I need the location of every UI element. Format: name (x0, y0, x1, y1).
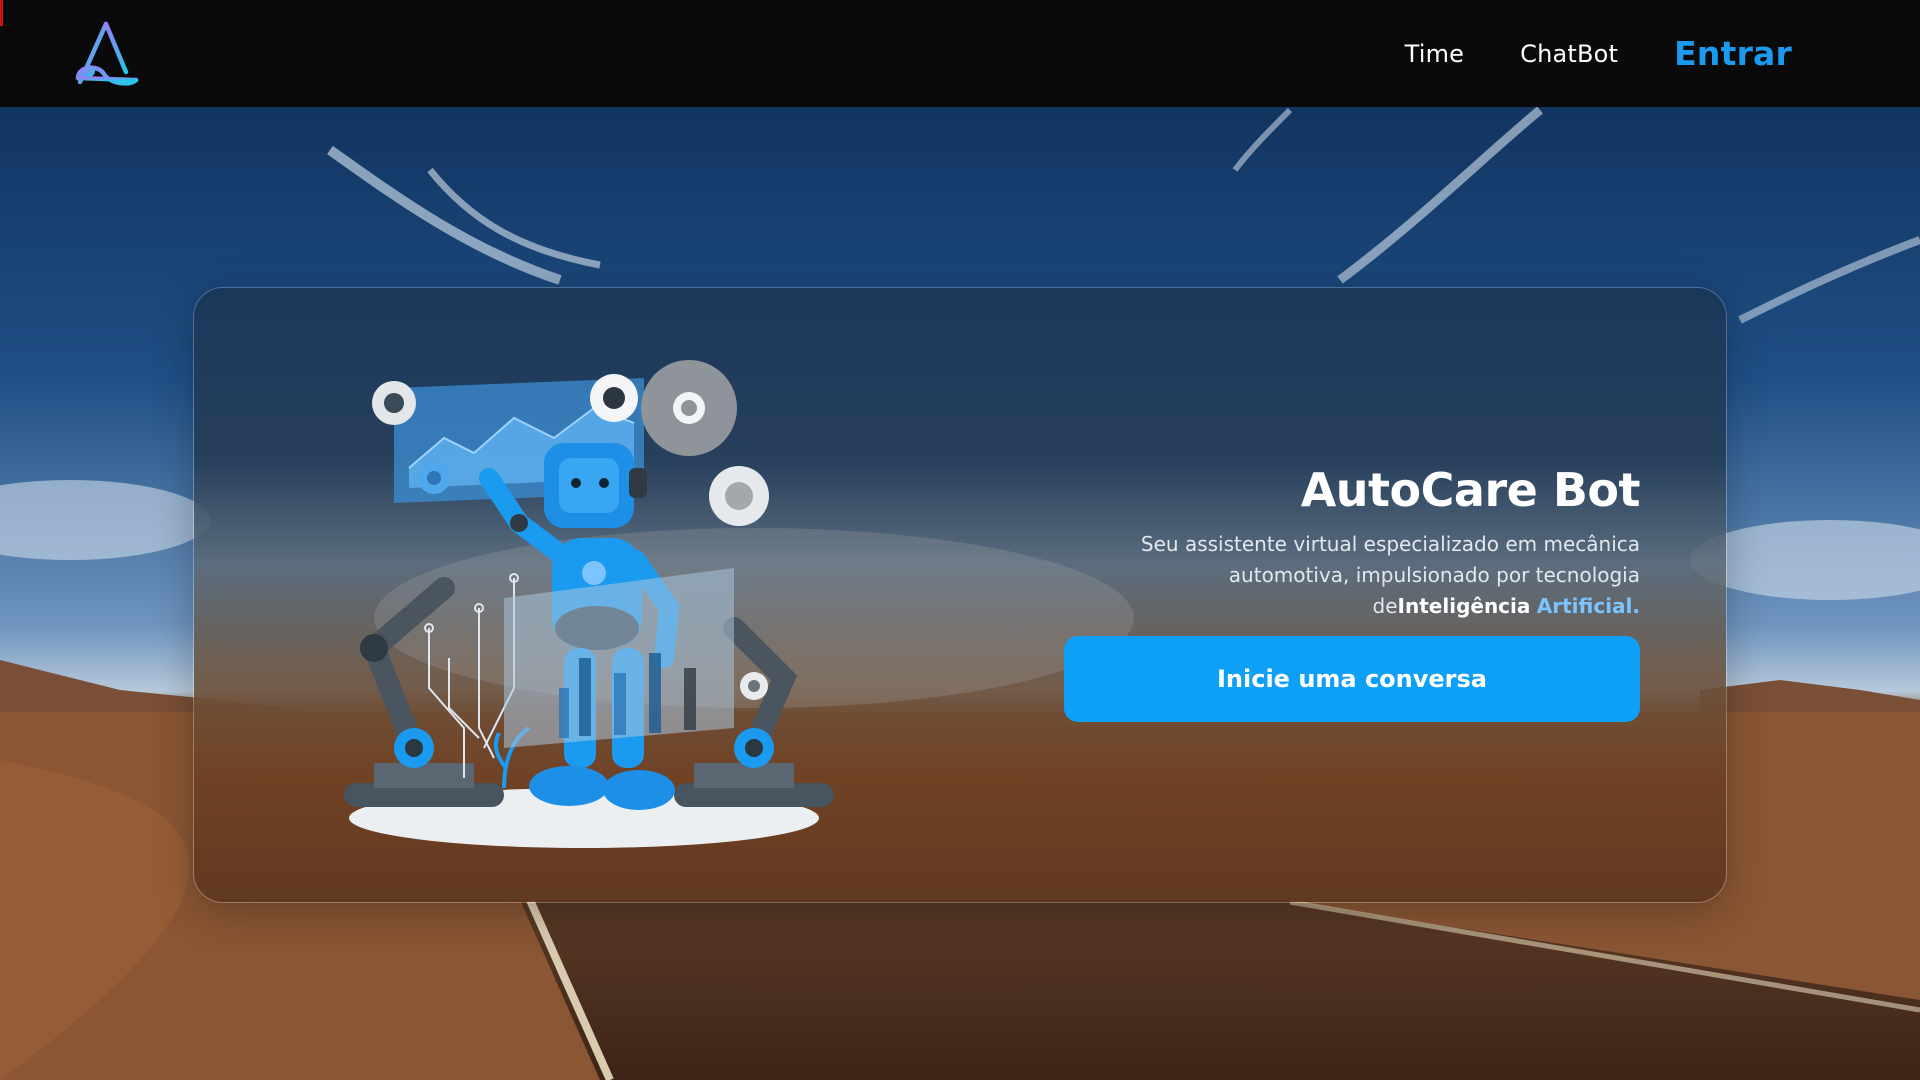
hero-title: AutoCare Bot (1300, 463, 1641, 517)
description-highlight-1: Inteligência (1397, 594, 1531, 618)
hero-text: AutoCare Bot Seu assistente virtual espe… (940, 463, 1641, 622)
nav-link-entrar[interactable]: Entrar (1674, 34, 1792, 73)
hero-description: Seu assistente virtual especializado em … (940, 529, 1640, 622)
nav-link-time[interactable]: Time (1405, 40, 1465, 68)
main-nav: Time ChatBot Entrar (1349, 0, 1792, 107)
description-line-1: Seu assistente virtual especializado em … (1140, 532, 1640, 556)
page: Time ChatBot Entrar AutoCare Bot Seu ass… (0, 0, 1920, 1080)
top-navigation-bar: Time ChatBot Entrar (0, 0, 1920, 107)
description-line-2: automotiva, impulsionado por tecnologia (1228, 563, 1640, 587)
gear-icon (372, 381, 416, 425)
autocare-logo-icon[interactable] (70, 20, 140, 88)
description-prefix: de (1372, 594, 1398, 618)
description-highlight-2: Artificial. (1536, 594, 1640, 618)
red-edge-marker (0, 0, 3, 26)
robot-illustration (344, 360, 834, 848)
description-line-3: deInteligência Artificial. (940, 591, 1640, 622)
nav-link-chatbot[interactable]: ChatBot (1520, 40, 1618, 68)
start-conversation-button[interactable]: Inicie uma conversa (1064, 636, 1640, 722)
hero-card: AutoCare Bot Seu assistente virtual espe… (193, 287, 1727, 903)
